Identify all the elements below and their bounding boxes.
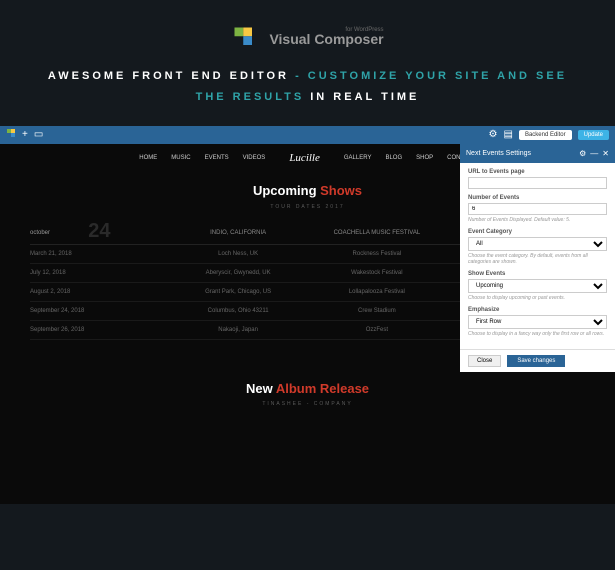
field-url: URL to Events page (468, 169, 607, 189)
gear-icon[interactable]: ⚙ (489, 129, 498, 140)
nav-videos[interactable]: VIDEOS (243, 155, 266, 161)
nav-events[interactable]: EVENTS (205, 155, 229, 161)
show-label: Show Events (468, 271, 607, 277)
album-subtitle: TINASHEE - COMPANY (0, 401, 615, 407)
nav-music[interactable]: MUSIC (171, 155, 190, 161)
nav-shop[interactable]: SHOP (416, 155, 433, 161)
header-loc: INDIO, CALIFORNIA (169, 230, 308, 236)
emph-hint: Choose to display in a fancy way only th… (468, 331, 607, 337)
minimize-icon[interactable]: — (590, 149, 598, 158)
close-button[interactable]: Close (468, 355, 501, 367)
tagline: AWESOME FRONT END EDITOR - CUSTOMIZE YOU… (40, 66, 575, 108)
settings-panel: Next Events Settings ⚙ — ✕ URL to Events… (460, 144, 615, 372)
vc-toolbar: + ▭ ⚙ ▤ Backend Editor Update (0, 126, 615, 144)
nav-blog[interactable]: BLOG (385, 155, 402, 161)
vc-name: Visual Composer (269, 31, 383, 47)
header-venue: COACHELLA MUSIC FESTIVAL (308, 230, 447, 236)
num-label: Number of Events (468, 195, 607, 201)
gear-icon[interactable]: ⚙ (579, 149, 586, 158)
template-icon[interactable]: ▭ (34, 129, 43, 140)
vc-toolbar-logo-icon[interactable] (6, 128, 16, 141)
show-hint: Choose to display upcoming or past event… (468, 295, 607, 301)
show-select[interactable]: Upcoming (468, 279, 607, 293)
save-button[interactable]: Save changes (507, 355, 565, 367)
emph-select[interactable]: First Row (468, 315, 607, 329)
add-icon[interactable]: + (22, 129, 28, 140)
nav-gallery[interactable]: GALLERY (344, 155, 372, 161)
backend-editor-button[interactable]: Backend Editor (519, 130, 572, 140)
album-title: New Album Release TINASHEE - COMPANY (0, 380, 615, 407)
vc-brand: for WordPress Visual Composer (231, 24, 383, 52)
promo-header: for WordPress Visual Composer AWESOME FR… (0, 0, 615, 126)
nav-home[interactable]: HOME (139, 155, 157, 161)
update-button[interactable]: Update (578, 130, 609, 140)
cat-select[interactable]: All (468, 237, 607, 251)
panel-footer: Close Save changes (460, 349, 615, 372)
url-label: URL to Events page (468, 169, 607, 175)
close-icon[interactable]: ✕ (602, 149, 609, 158)
site-preview: HOME MUSIC EVENTS VIDEOS Lucille GALLERY… (0, 144, 615, 504)
cat-hint: Choose the event category. By default, e… (468, 253, 607, 265)
num-input[interactable] (468, 203, 607, 215)
field-category: Event Category All Choose the event cate… (468, 229, 607, 265)
field-number: Number of Events Number of Events Displa… (468, 195, 607, 223)
cat-label: Event Category (468, 229, 607, 235)
field-show: Show Events Upcoming Choose to display u… (468, 271, 607, 301)
vc-logo-icon (231, 24, 259, 52)
panel-header[interactable]: Next Events Settings ⚙ — ✕ (460, 144, 615, 163)
emph-label: Emphasize (468, 307, 607, 313)
site-logo[interactable]: Lucille (289, 152, 320, 164)
header-date: october (30, 230, 50, 236)
field-emphasize: Emphasize First Row Choose to display in… (468, 307, 607, 337)
url-input[interactable] (468, 177, 607, 189)
panel-title: Next Events Settings (466, 150, 575, 157)
num-hint: Number of Events Displayed. Default valu… (468, 217, 607, 223)
guides-icon[interactable]: ▤ (503, 129, 512, 140)
